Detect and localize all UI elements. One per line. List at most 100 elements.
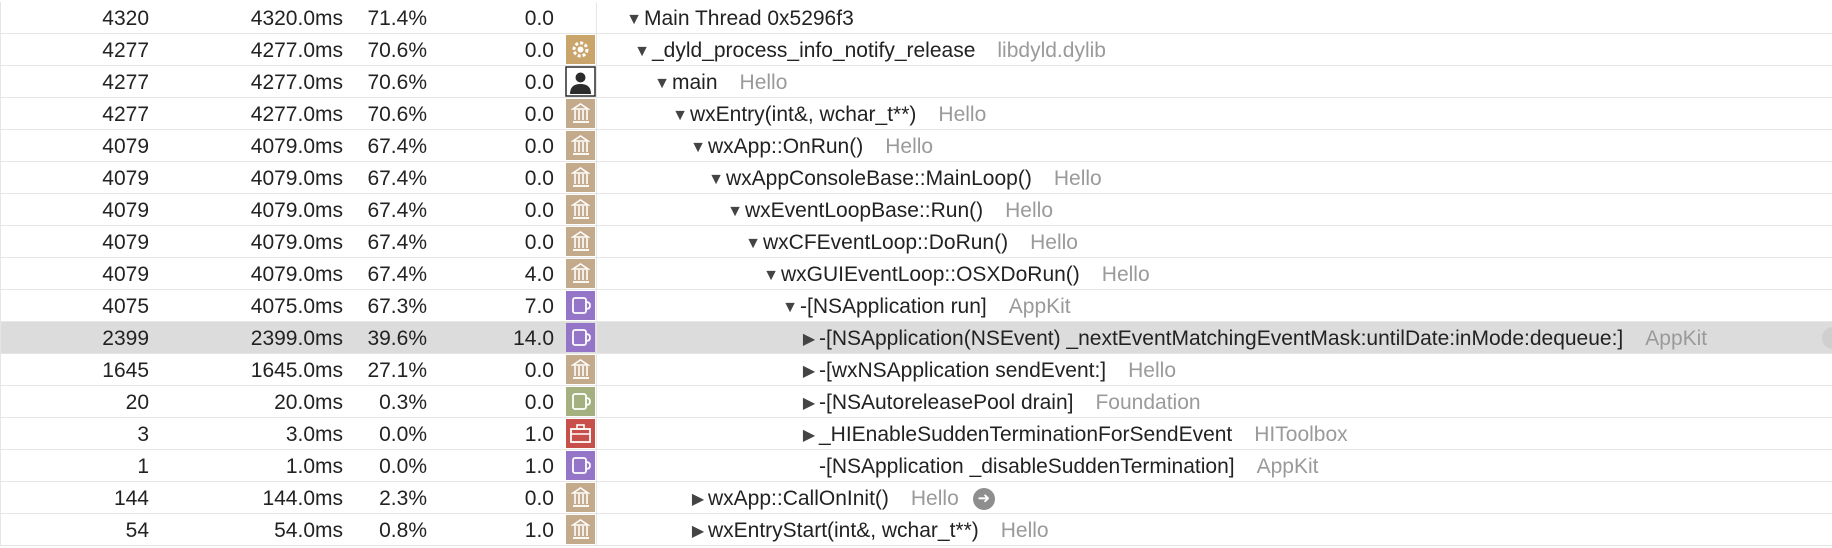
percent-time: 70.6% bbox=[367, 103, 427, 126]
percent-time: 0.8% bbox=[379, 519, 427, 542]
column-separator bbox=[0, 450, 1, 481]
column-separator bbox=[0, 194, 1, 225]
self-weight: 14.0 bbox=[513, 327, 554, 350]
column-separator bbox=[596, 194, 597, 225]
framework-icon bbox=[565, 226, 596, 257]
column-separator bbox=[596, 322, 597, 353]
call-tree-row[interactable]: 4079 4079.0ms 67.4% 0.0 ▼wxApp::OnRun() Hello bbox=[0, 130, 1832, 162]
column-separator bbox=[0, 290, 1, 321]
appkit-icon bbox=[565, 450, 596, 481]
sample-count: 4079 bbox=[102, 263, 149, 286]
framework-icon bbox=[565, 162, 596, 193]
symbol-text: main bbox=[672, 71, 718, 94]
column-separator bbox=[596, 34, 597, 65]
library-name: Hello bbox=[1101, 263, 1150, 286]
symbol-text: Main Thread 0x5296f3 bbox=[644, 7, 854, 30]
running-time: 1645.0ms bbox=[250, 359, 343, 382]
sample-count: 20 bbox=[125, 391, 149, 414]
call-tree-row[interactable]: 2399 2399.0ms 39.6% 14.0 ▶ -[NSApplication(NS… bbox=[0, 322, 1832, 354]
symbol-name: ▶ -[NSApplication(NSEvent) _nextEventMatc… bbox=[801, 322, 1707, 353]
self-weight: 0.0 bbox=[524, 71, 554, 94]
self-weight: 0.0 bbox=[524, 167, 554, 190]
call-tree-row[interactable]: 20 20.0ms 0.3% 0.0 ▶ -[NSAutoreleasePool drai… bbox=[0, 386, 1832, 418]
call-tree-row[interactable]: 4079 4079.0ms 67.4% 0.0 ▼wxEventLoopBase::Ru… bbox=[0, 194, 1832, 226]
call-tree-row[interactable]: 54 54.0ms 0.8% 1.0 ▶ wxEntryStart(int&, wchar… bbox=[0, 514, 1832, 546]
disclosure-expanded-icon[interactable]: ▼ bbox=[782, 291, 798, 324]
call-tree-row[interactable]: 4075 4075.0ms 67.3% 7.0 ▼-[NSApplication run… bbox=[0, 290, 1832, 322]
column-separator bbox=[0, 386, 1, 417]
framework-icon bbox=[565, 258, 596, 289]
call-tree-row[interactable]: 4079 4079.0ms 67.4% 4.0 ▼wxGUIEventLoop::OSX… bbox=[0, 258, 1832, 290]
symbol-name: ▶ -[wxNSApplication sendEvent:] Hello bbox=[801, 354, 1176, 385]
percent-time: 71.4% bbox=[367, 7, 427, 30]
running-time: 2399.0ms bbox=[250, 327, 343, 350]
disclosure-expanded-icon[interactable]: ▼ bbox=[745, 227, 761, 260]
disclosure-collapsed-icon[interactable]: ▶ bbox=[690, 483, 706, 516]
symbol-text: _dyld_process_info_notify_release bbox=[652, 39, 976, 62]
symbol-text: wxCFEventLoop::DoRun() bbox=[763, 231, 1009, 254]
sample-count: 54 bbox=[125, 519, 149, 542]
column-separator bbox=[0, 66, 1, 97]
self-weight: 0.0 bbox=[524, 7, 554, 30]
library-name: Hello bbox=[739, 71, 788, 94]
percent-time: 0.0% bbox=[379, 423, 427, 446]
column-separator bbox=[596, 226, 597, 257]
running-time: 20.0ms bbox=[274, 391, 343, 414]
column-separator bbox=[0, 98, 1, 129]
disclosure-collapsed-icon[interactable]: ▶ bbox=[801, 419, 817, 452]
running-time: 144.0ms bbox=[262, 487, 343, 510]
disclosure-expanded-icon[interactable]: ▼ bbox=[690, 131, 706, 164]
framework-icon bbox=[565, 482, 596, 513]
running-time: 4079.0ms bbox=[250, 231, 343, 254]
symbol-name: ▼wxAppConsoleBase::MainLoop() Hello bbox=[708, 162, 1102, 193]
call-tree-row[interactable]: 4277 4277.0ms 70.6% 0.0 ▼main Hello bbox=[0, 66, 1832, 98]
framework-icon bbox=[565, 194, 596, 225]
disclosure-expanded-icon[interactable]: ▼ bbox=[763, 259, 779, 292]
column-separator bbox=[596, 354, 597, 385]
disclosure-collapsed-icon[interactable]: ▶ bbox=[690, 515, 706, 548]
focus-arrow-button[interactable]: ➜ bbox=[972, 488, 995, 510]
column-separator bbox=[596, 450, 597, 481]
column-separator bbox=[0, 482, 1, 513]
disclosure-collapsed-icon[interactable]: ▶ bbox=[801, 387, 817, 420]
column-separator bbox=[0, 34, 1, 65]
symbol-text: wxApp::CallOnInit() bbox=[708, 487, 889, 510]
library-name: AppKit bbox=[1256, 455, 1319, 478]
percent-time: 0.0% bbox=[379, 455, 427, 478]
library-name: Hello bbox=[938, 103, 987, 126]
column-separator bbox=[596, 130, 597, 161]
call-tree-row[interactable]: 4079 4079.0ms 67.4% 0.0 ▼wxCFEventLoop::DoRu… bbox=[0, 226, 1832, 258]
call-tree-row[interactable]: 144 144.0ms 2.3% 0.0 ▶ wxApp::CallOnInit() Hel… bbox=[0, 482, 1832, 514]
call-tree-row[interactable]: 1 1.0ms 0.0% 1.0 -[NSApplication _disableSud… bbox=[0, 450, 1832, 482]
column-separator bbox=[0, 2, 1, 33]
disclosure-expanded-icon[interactable]: ▼ bbox=[626, 3, 642, 36]
symbol-text: -[NSApplication run] bbox=[800, 295, 987, 318]
running-time: 4277.0ms bbox=[250, 103, 343, 126]
disclosure-expanded-icon[interactable]: ▼ bbox=[708, 163, 724, 196]
symbol-text: wxAppConsoleBase::MainLoop() bbox=[726, 167, 1032, 190]
disclosure-collapsed-icon[interactable]: ▶ bbox=[801, 355, 817, 388]
symbol-name: ▼wxEntry(int&, wchar_t**) Hello bbox=[672, 98, 986, 129]
call-tree-row[interactable]: 4277 4277.0ms 70.6% 0.0 ▼_dyld_process_info_… bbox=[0, 34, 1832, 66]
disclosure-expanded-icon[interactable]: ▼ bbox=[672, 99, 688, 132]
call-tree-row[interactable]: 3 3.0ms 0.0% 1.0 ▶ _HIEnableSuddenTermination… bbox=[0, 418, 1832, 450]
disclosure-expanded-icon[interactable]: ▼ bbox=[727, 195, 743, 228]
sample-count: 4277 bbox=[102, 71, 149, 94]
self-weight: 0.0 bbox=[524, 103, 554, 126]
running-time: 4079.0ms bbox=[250, 263, 343, 286]
call-tree-row[interactable]: 4320 4320.0ms 71.4% 0.0 ▼Main Thread 0x5296f… bbox=[0, 2, 1832, 34]
column-separator bbox=[596, 2, 597, 33]
library-name: Hello bbox=[1005, 199, 1053, 222]
column-separator bbox=[0, 514, 1, 545]
call-tree-row[interactable]: 4277 4277.0ms 70.6% 0.0 ▼wxEntry(int&, wchar… bbox=[0, 98, 1832, 130]
disclosure-expanded-icon[interactable]: ▼ bbox=[634, 35, 650, 68]
call-tree-row[interactable]: 4079 4079.0ms 67.4% 0.0 ▼wxAppConsoleBase::M… bbox=[0, 162, 1832, 194]
disclosure-expanded-icon[interactable]: ▼ bbox=[654, 67, 670, 100]
call-tree-row[interactable]: 1645 1645.0ms 27.1% 0.0 ▶ -[wxNSApplication s… bbox=[0, 354, 1832, 386]
foundation-icon bbox=[565, 386, 596, 417]
column-separator bbox=[0, 354, 1, 385]
disclosure-collapsed-icon[interactable]: ▶ bbox=[801, 323, 817, 356]
call-tree-table: 4320 4320.0ms 71.4% 0.0 ▼Main Thread 0x5296f… bbox=[0, 0, 1832, 548]
running-time: 4075.0ms bbox=[250, 295, 343, 318]
row-action-button[interactable] bbox=[1822, 327, 1832, 349]
